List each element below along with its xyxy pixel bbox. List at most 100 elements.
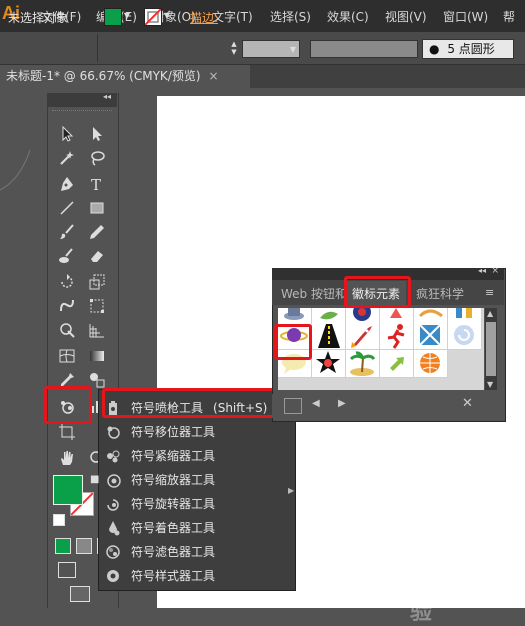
menu-window[interactable]: 窗口(W) — [443, 8, 488, 25]
brush-dot-icon: ● — [429, 42, 440, 56]
free-transform-tool-icon[interactable] — [86, 296, 108, 316]
menu-help[interactable]: 帮 — [503, 8, 515, 25]
flyout-item-symbol-spinner[interactable]: 符号旋转器工具 — [99, 492, 295, 516]
rectangle-tool-icon[interactable] — [86, 198, 108, 218]
lasso-tool-icon[interactable] — [86, 148, 108, 168]
color-mode-icon[interactable] — [55, 538, 71, 554]
symbol-rocket[interactable] — [346, 322, 380, 350]
fill-swatch[interactable] — [53, 475, 83, 505]
menu-effect[interactable]: 效果(C) — [327, 8, 369, 25]
type-tool-icon[interactable]: T — [86, 174, 108, 194]
star-face-icon — [316, 351, 340, 373]
flyout-item-symbol-stainer[interactable]: 符号着色器工具 — [99, 516, 295, 540]
symbol-palm-island[interactable] — [346, 350, 380, 378]
symbol-scruncher-icon — [107, 450, 120, 463]
menu-type[interactable]: 文字(T) — [212, 8, 253, 25]
shape-builder-tool-icon[interactable] — [56, 320, 78, 340]
fill-dropdown-icon[interactable]: ▼ — [122, 9, 132, 23]
panel-menu-icon[interactable]: ≡ — [485, 286, 494, 299]
highlight-symbols-tab — [344, 276, 411, 308]
stroke-label[interactable]: 描边: — [190, 9, 218, 26]
scale-tool-icon[interactable] — [86, 272, 108, 292]
menu-view[interactable]: 视图(V) — [385, 8, 427, 25]
close-tab-icon[interactable]: × — [209, 69, 219, 83]
selection-status: 未选择对象 — [8, 11, 69, 25]
paintbrush-tool-icon[interactable] — [56, 222, 78, 242]
gradient-mode-icon[interactable] — [76, 538, 92, 554]
pencil-tool-icon[interactable] — [86, 222, 108, 242]
symbol-shifter-icon — [107, 426, 120, 439]
symbol-libraries-menu-icon[interactable] — [284, 398, 302, 414]
symbols-scroll-thumb[interactable] — [486, 322, 496, 376]
flyout-item-symbol-shifter[interactable]: 符号移位器工具 — [99, 420, 295, 444]
blob-brush-tool-icon[interactable] — [56, 246, 78, 266]
mesh-tool-icon[interactable] — [56, 346, 78, 366]
warp-tool-icon[interactable] — [56, 296, 78, 316]
selection-tool-icon[interactable] — [56, 124, 78, 144]
svg-text:T: T — [91, 176, 101, 193]
globe-icon — [420, 353, 440, 373]
flyout-item-symbol-scruncher[interactable]: 符号紧缩器工具 — [99, 444, 295, 468]
place-symbol-instance-icon[interactable]: ✕ — [462, 396, 473, 411]
highlight-tool — [44, 386, 92, 424]
line-tool-icon[interactable] — [56, 198, 78, 218]
symbol-sizer-icon — [107, 474, 121, 488]
symbol-styler-icon — [107, 570, 119, 582]
collapse-symbols-panel-icon[interactable]: ◂◂ — [478, 266, 486, 275]
artboard-tool-icon[interactable] — [56, 422, 78, 442]
swirl-icon — [454, 325, 474, 345]
draw-mode-icon[interactable] — [58, 562, 76, 578]
variable-width-profile[interactable] — [310, 40, 418, 58]
flyout-item-symbol-styler[interactable]: 符号样式器工具 — [99, 564, 295, 588]
magic-wand-tool-icon[interactable] — [56, 148, 78, 168]
stroke-weight-dropdown-icon[interactable]: ▼ — [288, 43, 298, 57]
document-tab[interactable]: 未标题-1* @ 66.67% (CMYK/预览) × — [0, 65, 250, 88]
canvas-guide-curve — [0, 150, 31, 191]
previous-library-icon[interactable]: ◀ — [312, 398, 320, 409]
next-library-icon[interactable]: ▶ — [338, 398, 346, 409]
gradient-tool-icon[interactable] — [86, 346, 108, 366]
tab-mad-science[interactable]: 疯狂科学 — [416, 285, 464, 302]
default-colors-icon[interactable] — [53, 514, 65, 526]
flyout-tearoff-arrow-icon[interactable]: ▶ — [288, 486, 294, 495]
arrow-icon — [390, 357, 404, 371]
eraser-tool-icon[interactable] — [86, 246, 108, 266]
tools-panel-header[interactable]: ◂◂ — [47, 92, 117, 107]
current-tool-marker: ■ — [90, 474, 100, 485]
tab-web-buttons[interactable]: Web 按钮和 — [281, 285, 347, 302]
flyout-item-symbol-sizer[interactable]: ■ 符号缩放器工具 — [90, 468, 295, 492]
symbol-globe[interactable] — [414, 350, 448, 378]
symbol-arrow[interactable] — [380, 350, 414, 378]
symbol-spinner-icon — [107, 499, 119, 511]
scroll-down-icon[interactable]: ▼ — [487, 380, 493, 389]
document-title: 未标题-1* @ 66.67% (CMYK/预览) — [6, 69, 201, 83]
panel-grip[interactable] — [52, 110, 112, 113]
symbol-frame[interactable] — [414, 322, 448, 350]
screen-mode-icon[interactable] — [70, 586, 90, 602]
fill-color-button[interactable] — [104, 8, 122, 26]
symbol-screener-icon — [106, 545, 120, 559]
rotate-tool-icon[interactable] — [56, 272, 78, 292]
direct-selection-tool-icon[interactable] — [86, 124, 108, 144]
highlight-flyout-item — [102, 388, 282, 418]
collapse-panel-icon[interactable]: ◂◂ — [103, 92, 111, 101]
stroke-color-button[interactable] — [144, 8, 162, 26]
perspective-grid-tool-icon[interactable] — [86, 320, 108, 340]
symbol-runner[interactable] — [380, 322, 414, 350]
scroll-up-icon[interactable]: ▲ — [487, 309, 493, 318]
symbol-stainer-icon — [109, 521, 120, 536]
symbol-star-face[interactable] — [312, 350, 346, 378]
symbol-swirl[interactable] — [448, 322, 482, 350]
brush-label: 5 点圆形 — [447, 42, 495, 56]
pen-tool-icon[interactable] — [56, 174, 78, 194]
flyout-item-symbol-screener[interactable]: 符号滤色器工具 — [99, 540, 295, 564]
symbol-road[interactable] — [312, 322, 346, 350]
menu-select[interactable]: 选择(S) — [270, 8, 311, 25]
hand-tool-icon[interactable] — [56, 448, 78, 468]
brush-definition-dropdown[interactable]: ● 5 点圆形 — [422, 39, 514, 59]
stroke-dropdown-icon[interactable]: ▼ — [162, 9, 172, 23]
stroke-weight-spinner-icon[interactable]: ▲ ▼ — [228, 40, 240, 56]
watermark: Baidu 经验 — [410, 567, 507, 624]
runner-icon — [387, 324, 405, 349]
close-symbols-panel-icon[interactable]: × — [491, 266, 499, 276]
